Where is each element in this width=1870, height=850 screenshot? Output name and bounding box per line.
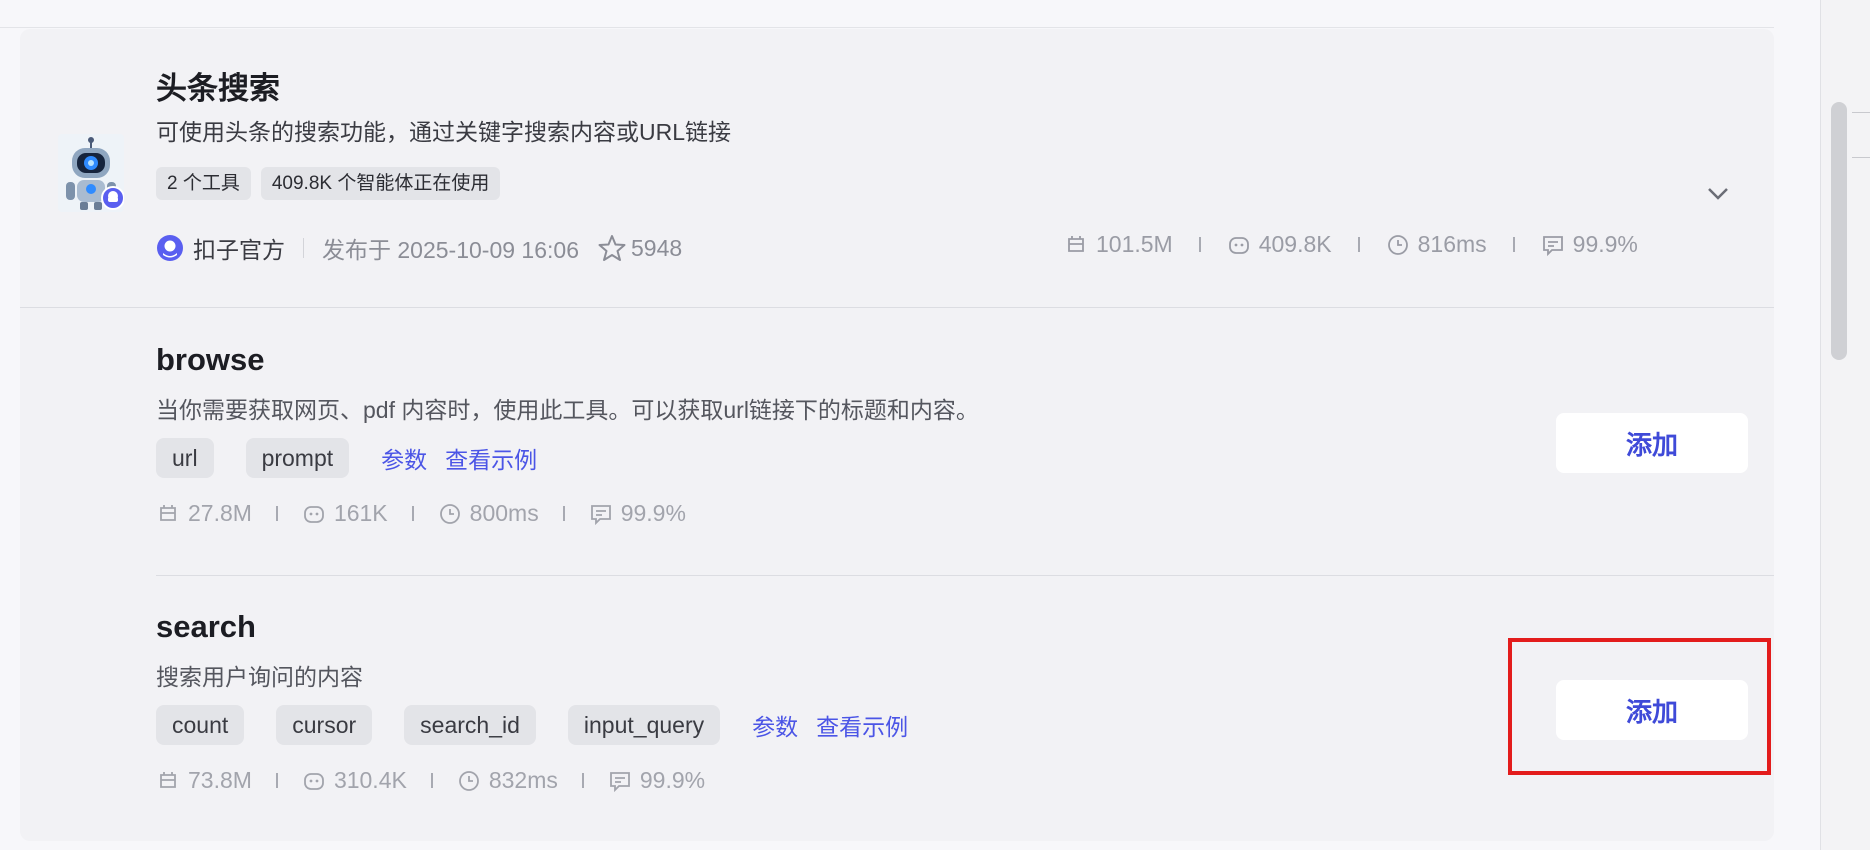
plugin-success-rate: 99.9%: [1572, 231, 1638, 257]
tool-calls: 73.8M: [188, 767, 252, 793]
tool-params: url prompt 参数 查看示例: [156, 438, 555, 478]
param-chip: url: [156, 438, 214, 478]
chevron-down-icon[interactable]: [1704, 179, 1732, 207]
official-badge-icon: [157, 235, 183, 261]
plugin-tags: 2 个工具 409.8K 个智能体正在使用: [156, 167, 501, 200]
meta-separator: [303, 238, 304, 258]
param-chip: cursor: [276, 705, 373, 745]
params-link[interactable]: 参数: [752, 708, 798, 742]
param-chip: search_id: [404, 705, 536, 745]
tool-name: search: [156, 609, 256, 644]
view-example-link[interactable]: 查看示例: [445, 441, 537, 475]
bot-icon: [304, 772, 324, 790]
param-chip: count: [156, 705, 245, 745]
scroll-marker: [1852, 112, 1870, 113]
success-rate-icon: [590, 504, 611, 525]
param-chip: prompt: [245, 438, 350, 478]
add-browse-button[interactable]: 添加: [1556, 413, 1748, 473]
tool-count-tag: 2 个工具: [156, 167, 251, 200]
calls-icon: [160, 504, 176, 521]
plugin-calls: 101.5M: [1096, 231, 1173, 257]
stat-separator: [1198, 237, 1201, 252]
plugin-stats: 101.5M 409.8K 816ms 99.9%: [1064, 231, 1638, 258]
plugin-header[interactable]: 头条搜索 可使用头条的搜索功能，通过关键字搜索内容或URL链接 2 个工具 40…: [20, 29, 1774, 308]
scroll-marker: [1852, 157, 1870, 158]
tool-description: 当你需要获取网页、pdf 内容时，使用此工具。可以获取url链接下的标题和内容。: [156, 397, 979, 423]
publish-date: 发布于 2025-10-09 16:06: [322, 237, 579, 263]
stat-separator: [562, 506, 565, 521]
tool-latency: 800ms: [469, 500, 539, 526]
tool-divider: [156, 575, 1774, 576]
tool-stats: 27.8M 161K 800ms 99.9%: [156, 500, 686, 527]
tool-row-browse: browse 当你需要获取网页、pdf 内容时，使用此工具。可以获取url链接下…: [156, 342, 1774, 572]
plugin-description: 可使用头条的搜索功能，通过关键字搜索内容或URL链接: [156, 119, 732, 145]
star-count[interactable]: 5948: [597, 234, 682, 262]
tool-bots: 161K: [333, 500, 388, 526]
highlight-box: [1508, 638, 1771, 775]
star-icon: [598, 235, 626, 261]
plugin-bots: 409.8K: [1258, 231, 1332, 257]
stat-separator: [430, 773, 433, 788]
tool-params: count cursor search_id input_query 参数 查看…: [156, 705, 926, 745]
star-count-value: 5948: [631, 234, 683, 261]
tool-success-rate: 99.9%: [639, 767, 706, 793]
calls-icon: [1068, 235, 1084, 252]
bot-icon: [304, 505, 324, 523]
robot-avatar-icon: [58, 134, 124, 212]
view-example-link[interactable]: 查看示例: [816, 708, 908, 742]
params-link[interactable]: 参数: [381, 441, 427, 475]
plugin-meta: 扣子官方 发布于 2025-10-09 16:06 5948: [156, 231, 682, 265]
tool-success-rate: 99.9%: [620, 500, 686, 526]
scrollbar-thumb[interactable]: [1831, 102, 1847, 360]
stat-separator: [1357, 237, 1360, 252]
usage-count-tag: 409.8K 个智能体正在使用: [260, 167, 501, 200]
clock-icon: [458, 770, 479, 791]
stat-separator: [1512, 237, 1515, 252]
bot-icon: [1228, 236, 1249, 254]
calls-icon: [160, 771, 176, 788]
tool-name: browse: [156, 342, 265, 377]
plugin-title: 头条搜索: [156, 71, 280, 106]
clock-icon: [1387, 234, 1408, 255]
stat-separator: [275, 506, 278, 521]
stat-separator: [411, 506, 414, 521]
success-rate-icon: [1542, 235, 1563, 256]
author-name[interactable]: 扣子官方: [193, 231, 285, 265]
tool-stats: 73.8M 310.4K 832ms 99.9%: [156, 767, 705, 794]
top-divider: [0, 0, 1774, 28]
stat-separator: [275, 773, 278, 788]
stat-separator: [581, 773, 584, 788]
param-chip: input_query: [567, 705, 721, 745]
tool-calls: 27.8M: [188, 500, 252, 526]
tool-latency: 832ms: [488, 767, 558, 793]
success-rate-icon: [609, 771, 630, 792]
tool-description: 搜索用户询问的内容: [156, 664, 363, 690]
tool-bots: 310.4K: [333, 767, 407, 793]
plugin-latency: 816ms: [1417, 231, 1487, 257]
clock-icon: [439, 503, 460, 524]
